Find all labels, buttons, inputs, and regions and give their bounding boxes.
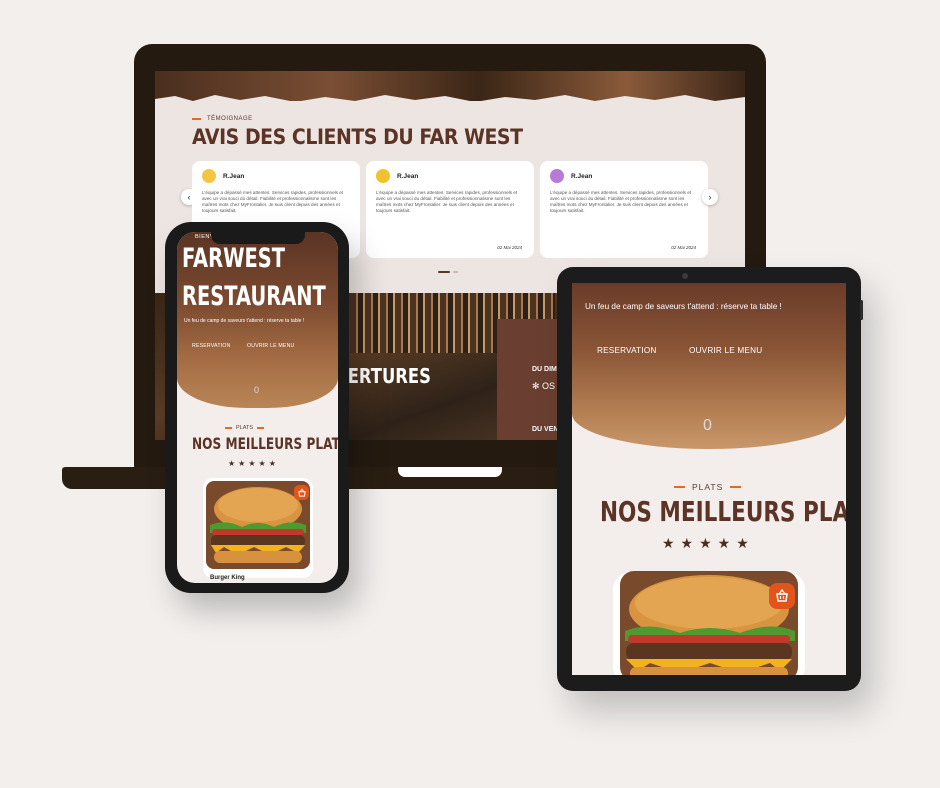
kicker-label: PLATS xyxy=(236,425,254,431)
restaurant-title: FARWEST RESTAURANT xyxy=(182,240,326,316)
hours-time: ✻ OS xyxy=(532,381,556,391)
reservation-button[interactable]: RESERVATION xyxy=(597,346,657,355)
review-card: R.Jean L'équipe a dépassé mes attentes. … xyxy=(540,161,708,258)
carousel-dot[interactable] xyxy=(453,271,458,273)
review-text: L'équipe a dépassé mes attentes. Service… xyxy=(202,190,344,213)
hero-tagline: Un feu de camp de saveurs t'attend : rés… xyxy=(585,302,782,311)
avatar xyxy=(550,169,564,183)
phone-screen: BIENV FARWEST RESTAURANT Un feu de camp … xyxy=(177,232,338,583)
review-date: 02 Mai 2024 xyxy=(671,245,696,250)
review-date: 02 Mai 2024 xyxy=(497,245,522,250)
tablet-screen: Un feu de camp de saveurs t'attend : rés… xyxy=(572,283,846,675)
chevron-left-icon: ‹ xyxy=(187,192,191,202)
rating-stars: ★★★★★ xyxy=(228,459,279,468)
reviewer-name: R.Jean xyxy=(223,172,245,180)
torn-paper-edge xyxy=(155,95,745,107)
dish-name: Burger King xyxy=(210,575,245,581)
kicker-label: TÉMOIGNAGE xyxy=(207,116,253,122)
review-text: L'équipe a dépassé mes attentes. Service… xyxy=(376,190,518,213)
carousel-dots xyxy=(438,271,458,273)
open-menu-button[interactable]: OUVRIR LE MENU xyxy=(247,343,294,349)
phone-notch xyxy=(211,230,305,244)
plats-kicker: PLATS xyxy=(674,482,742,492)
reviewer-name: R.Jean xyxy=(397,172,419,180)
open-menu-button[interactable]: OUVRIR LE MENU xyxy=(689,346,762,355)
basket-icon xyxy=(297,488,306,497)
scroll-indicator-icon[interactable]: 0 xyxy=(703,417,712,435)
carousel-next-button[interactable]: › xyxy=(702,189,718,205)
best-dishes-title: NOS MEILLEURS PLATS xyxy=(192,434,338,453)
title-line: RESTAURANT xyxy=(182,281,326,312)
kicker-label: PLATS xyxy=(692,482,724,492)
hours-day-label: DU VEN xyxy=(532,426,559,433)
reviewer-name: R.Jean xyxy=(571,172,593,180)
avatar xyxy=(202,169,216,183)
scroll-indicator-icon[interactable]: 0 xyxy=(254,385,259,395)
title-line: FARWEST xyxy=(182,243,286,274)
testimonial-kicker: TÉMOIGNAGE xyxy=(192,116,253,122)
testimonials-title: AVIS DES CLIENTS DU FAR WEST xyxy=(192,125,523,149)
review-text: L'équipe a dépassé mes attentes. Service… xyxy=(550,190,692,213)
best-dishes-title: NOS MEILLEURS PLATS xyxy=(600,495,846,528)
tablet-camera xyxy=(682,273,688,279)
laptop-trackpad-notch xyxy=(398,467,502,477)
chevron-right-icon: › xyxy=(708,192,712,202)
openings-title: VERTURES xyxy=(335,364,431,388)
carousel-dot-active[interactable] xyxy=(438,271,450,273)
review-card: R.Jean L'équipe a dépassé mes attentes. … xyxy=(366,161,534,258)
add-to-cart-button[interactable] xyxy=(769,583,795,609)
avatar xyxy=(376,169,390,183)
basket-icon xyxy=(776,588,788,602)
tablet-side-button xyxy=(860,300,863,320)
add-to-cart-button[interactable] xyxy=(294,485,309,500)
hero-tagline: Un feu de camp de saveurs t'attend : rés… xyxy=(184,318,305,324)
plats-kicker: PLATS xyxy=(225,425,265,431)
reservation-button[interactable]: RESERVATION xyxy=(192,343,231,349)
rating-stars: ★★★★★ xyxy=(662,535,755,551)
